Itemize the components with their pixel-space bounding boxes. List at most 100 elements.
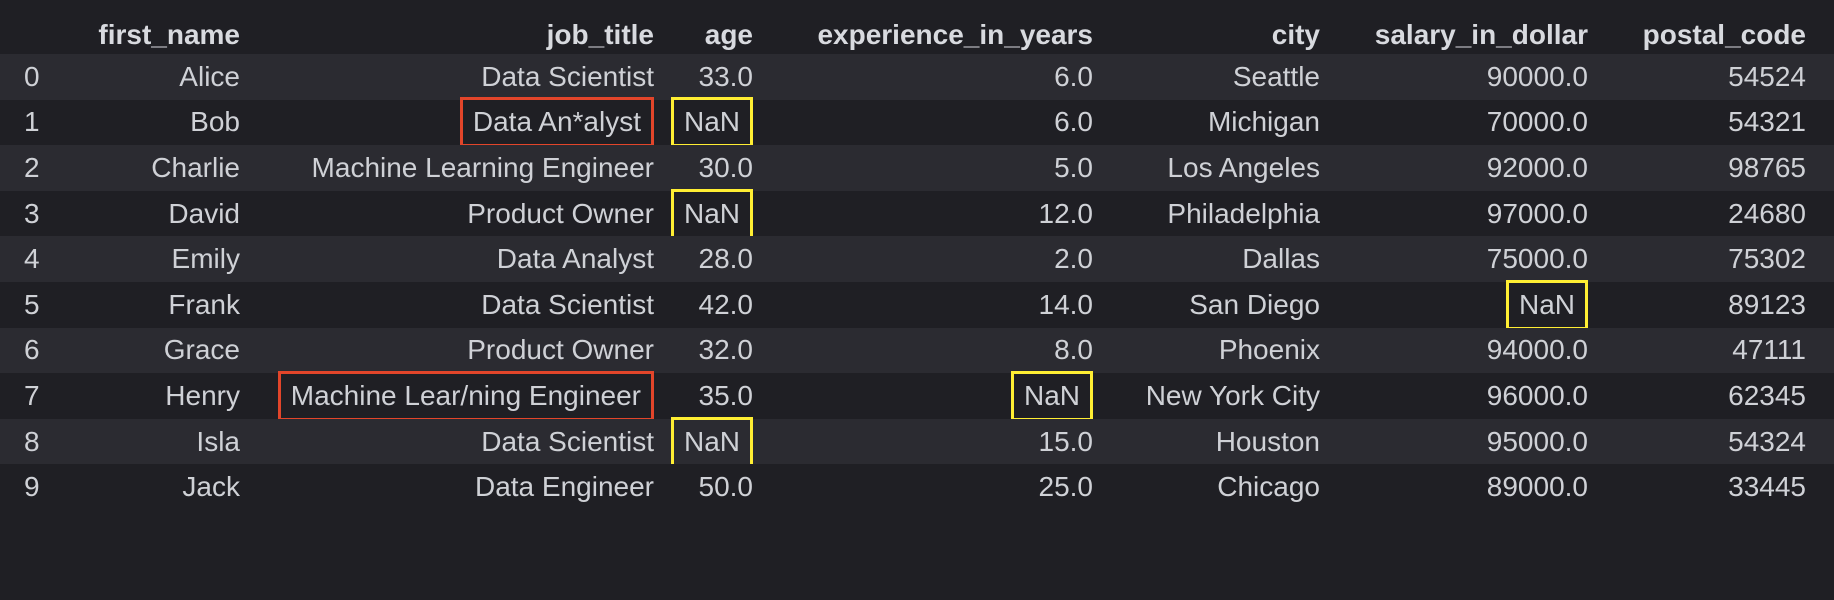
cell-experience-in-years: 12.0	[760, 191, 1094, 237]
cell-age-value: 28.0	[698, 243, 754, 275]
cell-job-title-value: Data Engineer	[474, 471, 654, 503]
table-row: 3 David Product Owner NaN 12.0 Philadelphia 97…	[0, 188, 1834, 239]
cell-experience-in-years: 6.0	[760, 54, 1093, 100]
cell-age: 50.0	[660, 464, 754, 510]
dataframe-table: first_name job_title age experience_in_y…	[0, 0, 1834, 600]
cell-salary-in-dollar: 70000.0	[1330, 100, 1588, 146]
cell-first-name-value: Emily	[171, 243, 240, 275]
cell-salary-in-dollar: 94000.0	[1330, 328, 1588, 374]
cell-city-value: Phoenix	[1218, 334, 1320, 366]
table-row: 8 Isla Data Scientist NaN 15.0 Houston 95000.0…	[0, 416, 1834, 467]
cell-job-title: Data Analyst	[250, 236, 654, 282]
cell-experience-in-years: 5.0	[760, 145, 1093, 191]
table-row: 4 Emily Data Analyst 28.0 2.0 Dallas 75000.0 75…	[0, 236, 1834, 282]
cell-job-title-value: Product Owner	[467, 334, 654, 366]
cell-job-title: Product Owner	[250, 191, 654, 237]
cell-first-name-value: Frank	[168, 288, 240, 320]
table-row: 5 Frank Data Scientist 42.0 14.0 San Diego NaN…	[0, 279, 1834, 330]
cell-first-name: Isla	[70, 419, 240, 465]
cell-first-name: Alice	[70, 54, 240, 100]
cell-city-value: Los Angeles	[1167, 151, 1320, 183]
cell-job-title: Product Owner	[250, 328, 654, 374]
cell-age: 33.0	[660, 54, 754, 100]
cell-experience-in-years-value: 5.0	[1054, 151, 1093, 183]
cell-age-value: 35.0	[698, 379, 754, 411]
row-index: 6	[24, 328, 64, 374]
cell-city-value: San Diego	[1189, 288, 1320, 320]
row-index: 8	[24, 419, 64, 465]
row-index-value: 1	[24, 106, 40, 138]
cell-first-name-value: Charlie	[151, 151, 240, 183]
table-row: 9 Jack Data Engineer 50.0 25.0 Chicago 89000.0…	[0, 464, 1834, 510]
cell-first-name-value: Bob	[190, 106, 240, 138]
row-index-value: 5	[24, 288, 40, 320]
row-index: 5	[24, 282, 64, 328]
cell-postal-code-value: 24680	[1728, 197, 1806, 229]
cell-first-name-value: Jack	[182, 471, 240, 503]
cell-postal-code: 89123	[1596, 282, 1806, 328]
cell-salary-in-dollar-value: 89000.0	[1486, 471, 1588, 503]
cell-salary-in-dollar-value: 75000.0	[1486, 243, 1588, 275]
cell-city: Michigan	[1100, 100, 1320, 146]
table-row: 1 Bob Data An*alyst NaN 6.0 Michigan 70000.0 54…	[0, 97, 1834, 148]
row-index-value: 4	[24, 243, 40, 275]
cell-salary-in-dollar: 89000.0	[1330, 464, 1588, 510]
cell-job-title-value: Data Scientist	[481, 288, 654, 320]
cell-salary-in-dollar-value: 92000.0	[1486, 151, 1588, 183]
cell-salary-in-dollar: 75000.0	[1330, 236, 1588, 282]
cell-postal-code: 54324	[1596, 419, 1806, 465]
cell-age-value: 33.0	[698, 60, 754, 92]
cell-experience-in-years-value: 6.0	[1054, 106, 1093, 138]
row-index-value: 0	[24, 60, 40, 92]
cell-postal-code: 24680	[1596, 191, 1806, 237]
cell-experience-in-years: 25.0	[760, 464, 1094, 510]
table-row: 6 Grace Product Owner 32.0 8.0 Phoenix 94000.0…	[0, 327, 1834, 374]
cell-first-name: David	[70, 191, 240, 237]
cell-salary-in-dollar-value: 70000.0	[1486, 106, 1588, 138]
cell-first-name: Emily	[70, 236, 240, 282]
cell-age-value: 32.0	[698, 334, 754, 366]
cell-salary-in-dollar: 95000.0	[1330, 419, 1588, 465]
row-index-value: 9	[24, 471, 40, 503]
cell-salary-in-dollar-value: 97000.0	[1486, 197, 1588, 229]
missing-value-highlight: NaN	[1505, 279, 1588, 330]
cell-job-title-value: Product Owner	[467, 197, 654, 229]
cell-first-name: Grace	[70, 328, 240, 374]
cell-city: Phoenix	[1100, 328, 1320, 374]
cell-salary-in-dollar: NaN	[1330, 279, 1588, 330]
cell-salary-in-dollar-value: 90000.0	[1486, 60, 1588, 92]
cell-age: NaN	[660, 188, 753, 239]
cell-postal-code-value: 89123	[1728, 288, 1806, 320]
cell-job-title: Data Scientist	[250, 419, 654, 465]
missing-value-highlight: NaN	[670, 416, 753, 467]
table-row: 2 Charlie Machine Learning Engineer 30.0 5.0…	[0, 145, 1834, 191]
cell-city-value: Philadelphia	[1167, 197, 1320, 229]
cell-salary-in-dollar: 90000.0	[1330, 54, 1588, 100]
cell-first-name-value: Isla	[196, 425, 240, 457]
row-index-value: 6	[24, 334, 40, 366]
cell-experience-in-years-value: 12.0	[1038, 197, 1094, 229]
cell-job-title: Data Scientist	[250, 54, 654, 100]
cell-city-value: Michigan	[1207, 106, 1320, 138]
cell-postal-code-value: 54524	[1728, 60, 1806, 92]
row-index: 4	[24, 236, 64, 282]
cell-city: Seattle	[1100, 54, 1320, 100]
cell-first-name: Frank	[70, 282, 240, 328]
cell-first-name: Bob	[70, 100, 240, 146]
cell-city-value: New York City	[1145, 379, 1320, 411]
cell-experience-in-years-value: 15.0	[1038, 425, 1094, 457]
cell-age: 28.0	[660, 236, 754, 282]
cell-age: 35.0	[660, 373, 754, 419]
row-index: 0	[24, 54, 64, 100]
cell-job-title: Machine Learning Engineer	[250, 145, 654, 191]
cell-city: Dallas	[1100, 236, 1320, 282]
cell-job-title: Machine Lear/ning Engineer	[250, 370, 654, 421]
row-index: 9	[24, 464, 64, 510]
cell-postal-code-value: 47111	[1732, 334, 1806, 366]
cell-experience-in-years-value: 6.0	[1054, 60, 1093, 92]
cell-salary-in-dollar-value: 94000.0	[1486, 334, 1588, 366]
cell-job-title: Data Scientist	[250, 282, 654, 328]
row-index: 1	[24, 100, 64, 146]
cell-salary-in-dollar-value: 95000.0	[1486, 425, 1588, 457]
row-index-value: 3	[24, 197, 40, 229]
